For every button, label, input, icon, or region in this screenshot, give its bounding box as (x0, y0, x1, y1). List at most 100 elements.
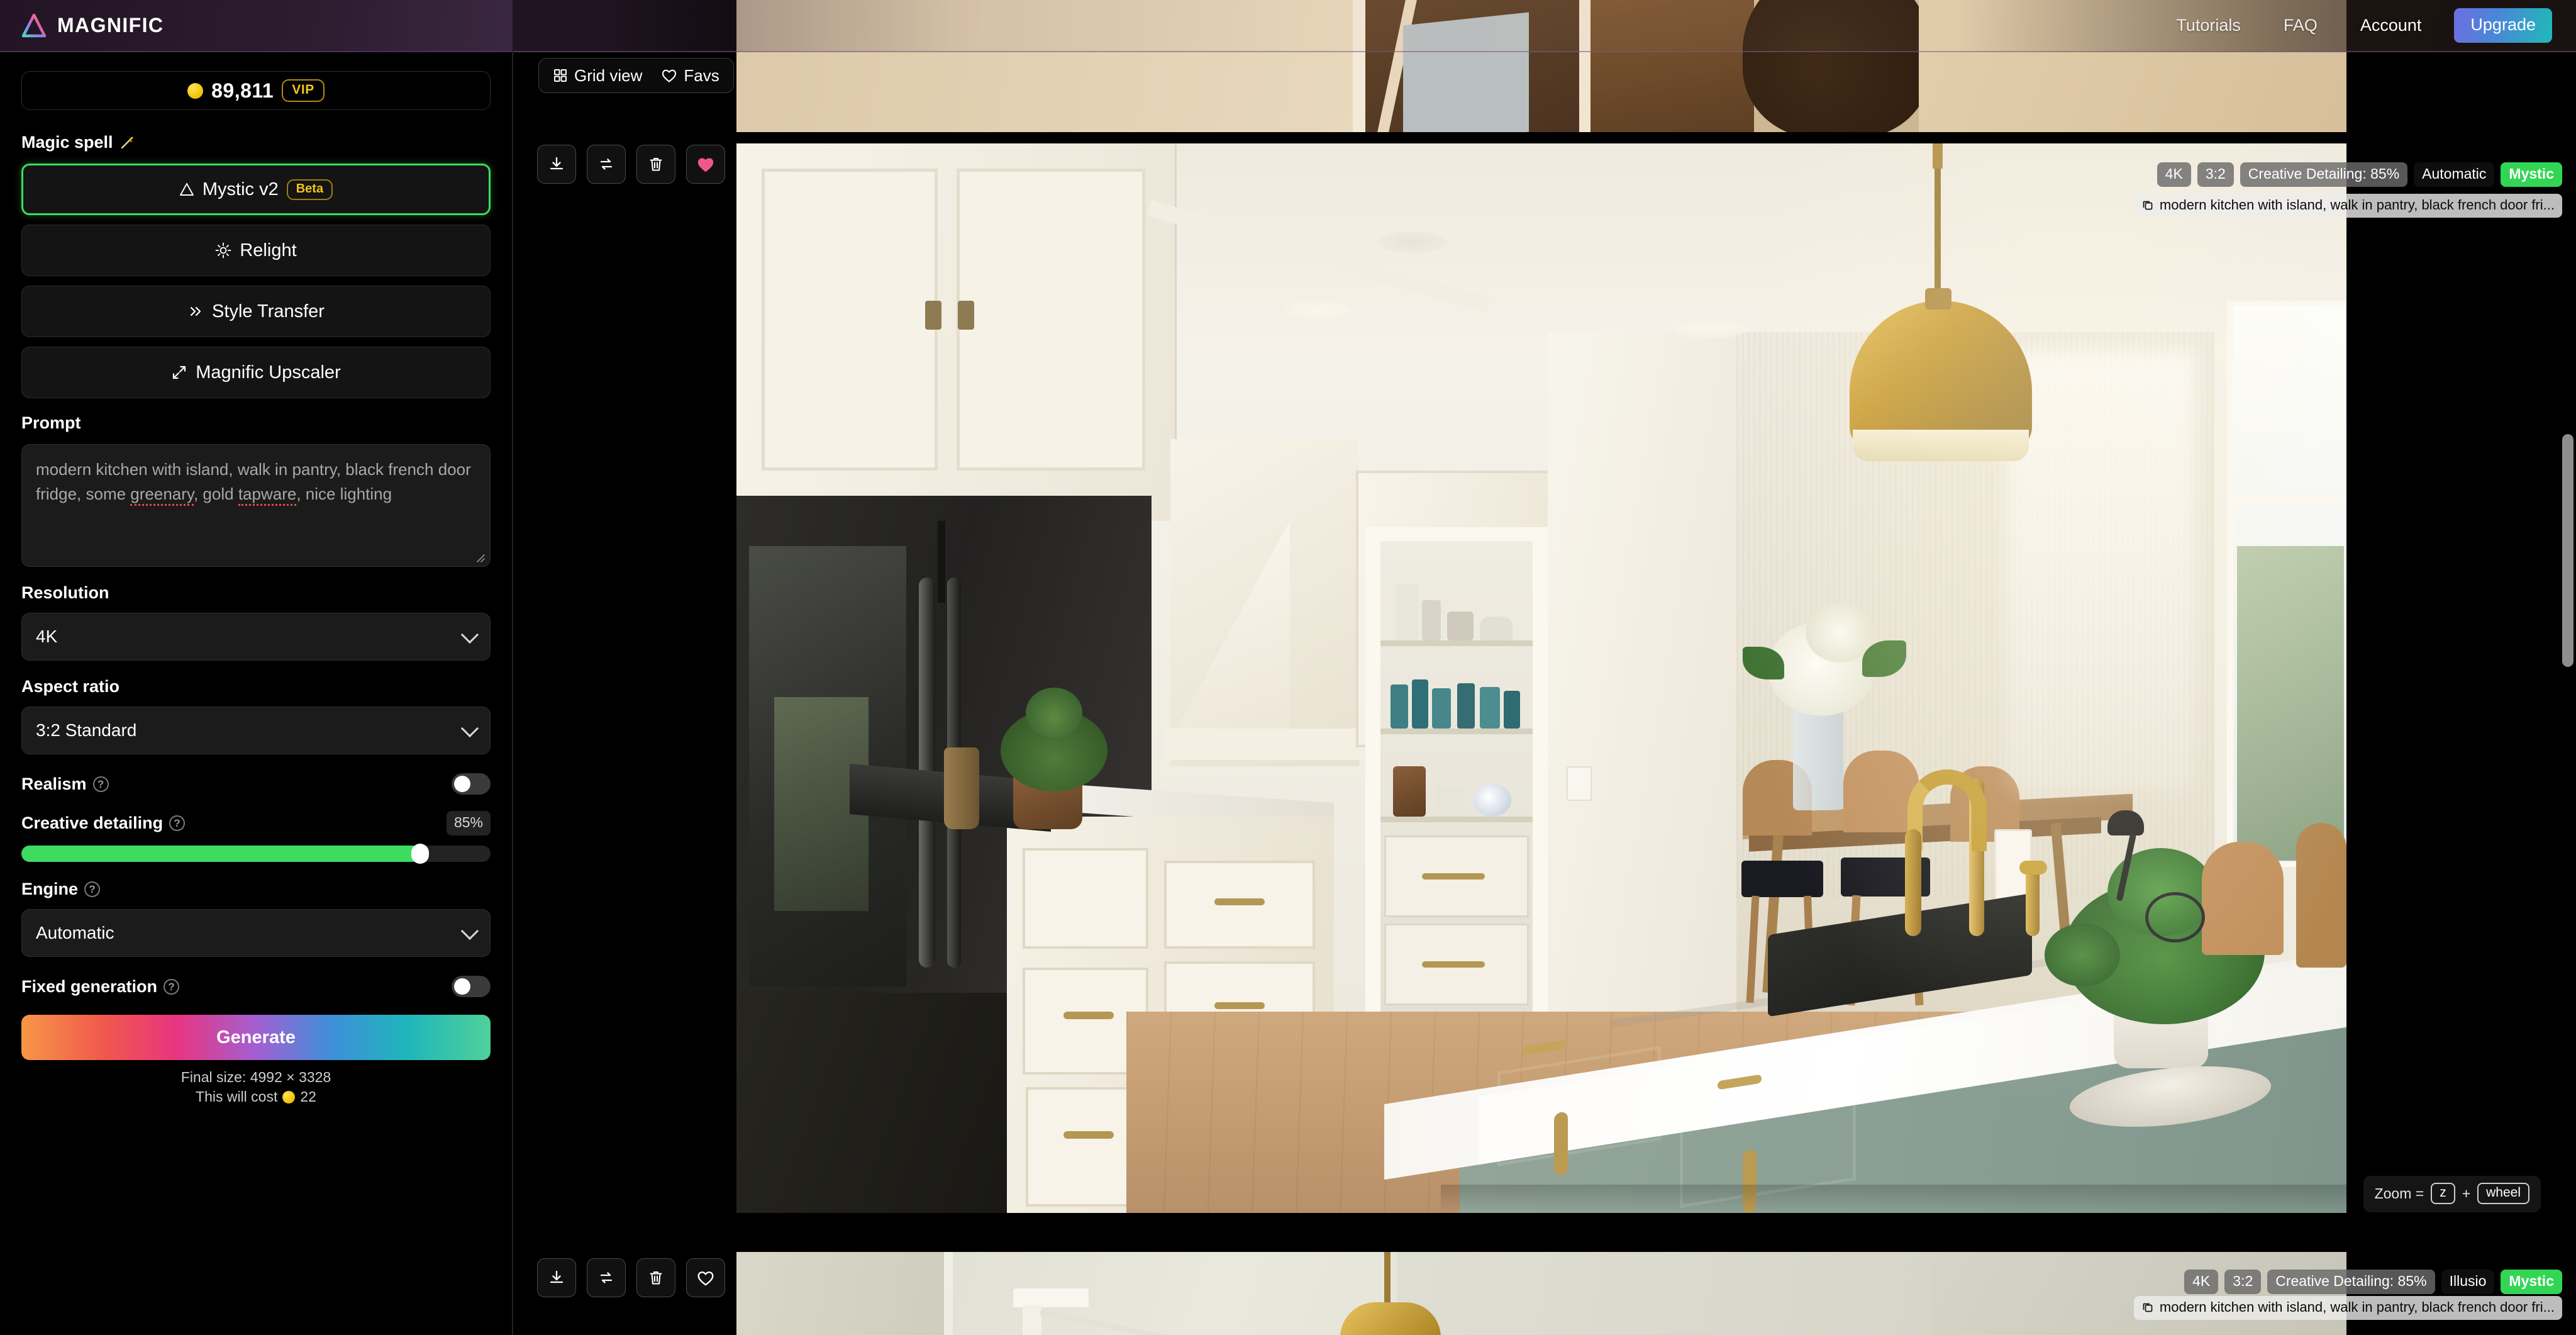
grid-view-button[interactable]: Grid view (553, 66, 642, 86)
resolution-label: Resolution (21, 583, 491, 603)
final-size-text: Final size: 4992 × 3328 (180, 1069, 331, 1085)
credits-pill[interactable]: 89,811 VIP (21, 71, 491, 110)
grid-view-label: Grid view (574, 65, 643, 85)
caption-text: modern kitchen with island, walk in pant… (2159, 197, 2555, 213)
trash-icon (650, 157, 662, 171)
chevron-down-icon (460, 922, 479, 941)
chevron-down-icon (460, 625, 479, 644)
resize-handle-icon[interactable] (474, 552, 486, 563)
prompt-text-line1: modern kitchen with island, walk in pant… (36, 460, 471, 479)
trash-icon (650, 1271, 662, 1285)
slider-fill (21, 846, 421, 862)
result-caption-2[interactable]: modern kitchen with island, walk in pant… (2133, 1296, 2562, 1320)
generate-button[interactable]: Generate (21, 1015, 491, 1060)
realism-row: Realism ? (0, 773, 512, 795)
creative-detailing-slider[interactable] (21, 844, 491, 864)
result-toolbar-1 (537, 145, 725, 184)
brand-name: MAGNIFIC (57, 14, 164, 36)
magic-spell-option-mystic-v2[interactable]: Mystic v2 Beta (21, 164, 491, 215)
fixed-generation-toggle[interactable] (452, 976, 491, 997)
prompt-misspelled-tapware: tapware (238, 484, 297, 506)
copy-icon (2143, 1303, 2153, 1312)
creative-detailing-label: Creative detailing ? (21, 813, 186, 833)
resolution-value: 4K (36, 627, 58, 646)
download-button[interactable] (537, 145, 576, 184)
magic-wand-icon (121, 137, 133, 148)
slider-knob[interactable] (411, 844, 430, 864)
zoom-hint-plus: + (2462, 1185, 2471, 1202)
fixed-generation-label-text: Fixed generation (21, 976, 158, 996)
result-image-1[interactable] (736, 143, 2346, 1213)
heart-outline-icon (697, 1271, 714, 1285)
chevrons-right-icon (190, 306, 201, 316)
sidebar: MAGNIFIC 89,811 VIP Magic spell Mystic v… (0, 0, 513, 1335)
realism-label: Realism ? (21, 774, 109, 794)
cost-value-text: 22 (300, 1088, 316, 1105)
favorite-button[interactable] (686, 1258, 725, 1297)
badge-creative-detailing: Creative Detailing: 85% (2240, 162, 2408, 187)
reuse-button[interactable] (587, 145, 626, 184)
view-toolbar: Grid view Favs (538, 58, 734, 93)
download-icon (550, 157, 564, 170)
badge-engine: Automatic (2414, 162, 2495, 187)
final-size-note: Final size: 4992 × 3328 (21, 1069, 491, 1086)
favs-label: Favs (684, 65, 719, 85)
favs-button[interactable]: Favs (661, 66, 719, 86)
nav-account[interactable]: Account (2339, 16, 2443, 35)
reuse-icon (600, 1272, 613, 1283)
brand-bar: MAGNIFIC (0, 0, 512, 52)
upgrade-button[interactable]: Upgrade (2454, 8, 2552, 43)
nav-faq[interactable]: FAQ (2262, 16, 2339, 35)
engine-select[interactable]: Automatic (21, 909, 491, 957)
help-icon[interactable]: ? (84, 881, 101, 897)
magic-spell-option-relight[interactable]: Relight (21, 225, 491, 276)
heart-outline-icon (662, 69, 677, 82)
help-icon[interactable]: ? (169, 815, 186, 831)
cost-prefix-text: This will cost (196, 1088, 278, 1105)
help-icon[interactable]: ? (164, 978, 180, 995)
top-navigation: Tutorials FAQ Account Upgrade (513, 0, 2576, 52)
prompt-text-line2c: , nice lighting (296, 484, 392, 503)
delete-button[interactable] (636, 145, 675, 184)
delete-button[interactable] (636, 1258, 675, 1297)
result-image-2[interactable] (736, 1252, 2346, 1335)
toggle-knob (454, 978, 470, 995)
engine-label: Engine ? (21, 880, 491, 899)
magic-spell-label-text: Magic spell (21, 133, 113, 152)
result-toolbar-2 (537, 1258, 725, 1297)
aspect-ratio-select[interactable]: 3:2 Standard (21, 707, 491, 754)
option-label: Mystic v2 (202, 179, 279, 199)
badge-resolution: 4K (2184, 1270, 2219, 1294)
magic-spell-option-magnific-upscaler[interactable]: Magnific Upscaler (21, 347, 491, 398)
gold-coin-icon (282, 1090, 296, 1103)
badge-aspect-ratio: 3:2 (2224, 1270, 2262, 1294)
prompt-misspelled-greenary: greenary (130, 484, 194, 506)
results-canvas: Grid view Favs 4K 3:2 Creative Detailing… (513, 0, 2576, 1335)
download-button[interactable] (537, 1258, 576, 1297)
vip-badge: VIP (282, 79, 325, 102)
engine-label-text: Engine (21, 880, 79, 898)
badge-aspect-ratio: 3:2 (2197, 162, 2234, 187)
result-badges-1: 4K 3:2 Creative Detailing: 85% Automatic… (2157, 162, 2562, 187)
magic-spell-option-style-transfer[interactable]: Style Transfer (21, 286, 491, 337)
copy-icon (2143, 201, 2153, 210)
resolution-select[interactable]: 4K (21, 613, 491, 661)
zoom-hint-key-wheel: wheel (2477, 1183, 2529, 1204)
reuse-icon (600, 159, 613, 170)
realism-toggle[interactable] (452, 773, 491, 795)
badge-creative-detailing: Creative Detailing: 85% (2267, 1270, 2435, 1294)
nav-tutorials[interactable]: Tutorials (2155, 16, 2262, 35)
caption-text: modern kitchen with island, walk in pant… (2159, 1299, 2555, 1315)
prompt-input[interactable]: modern kitchen with island, walk in pant… (21, 444, 491, 567)
fixed-generation-row: Fixed generation ? (0, 976, 512, 997)
favorite-button[interactable] (686, 145, 725, 184)
help-icon[interactable]: ? (92, 776, 109, 792)
result-caption-1[interactable]: modern kitchen with island, walk in pant… (2133, 194, 2562, 218)
magnific-triangle-logo-icon[interactable] (21, 13, 47, 38)
fixed-generation-label: Fixed generation ? (21, 976, 180, 997)
creative-detailing-label-text: Creative detailing (21, 813, 164, 832)
reuse-button[interactable] (587, 1258, 626, 1297)
vertical-scrollbar[interactable] (2562, 434, 2573, 667)
prompt-label: Prompt (21, 413, 491, 433)
badge-mystic: Mystic (2501, 1270, 2562, 1294)
